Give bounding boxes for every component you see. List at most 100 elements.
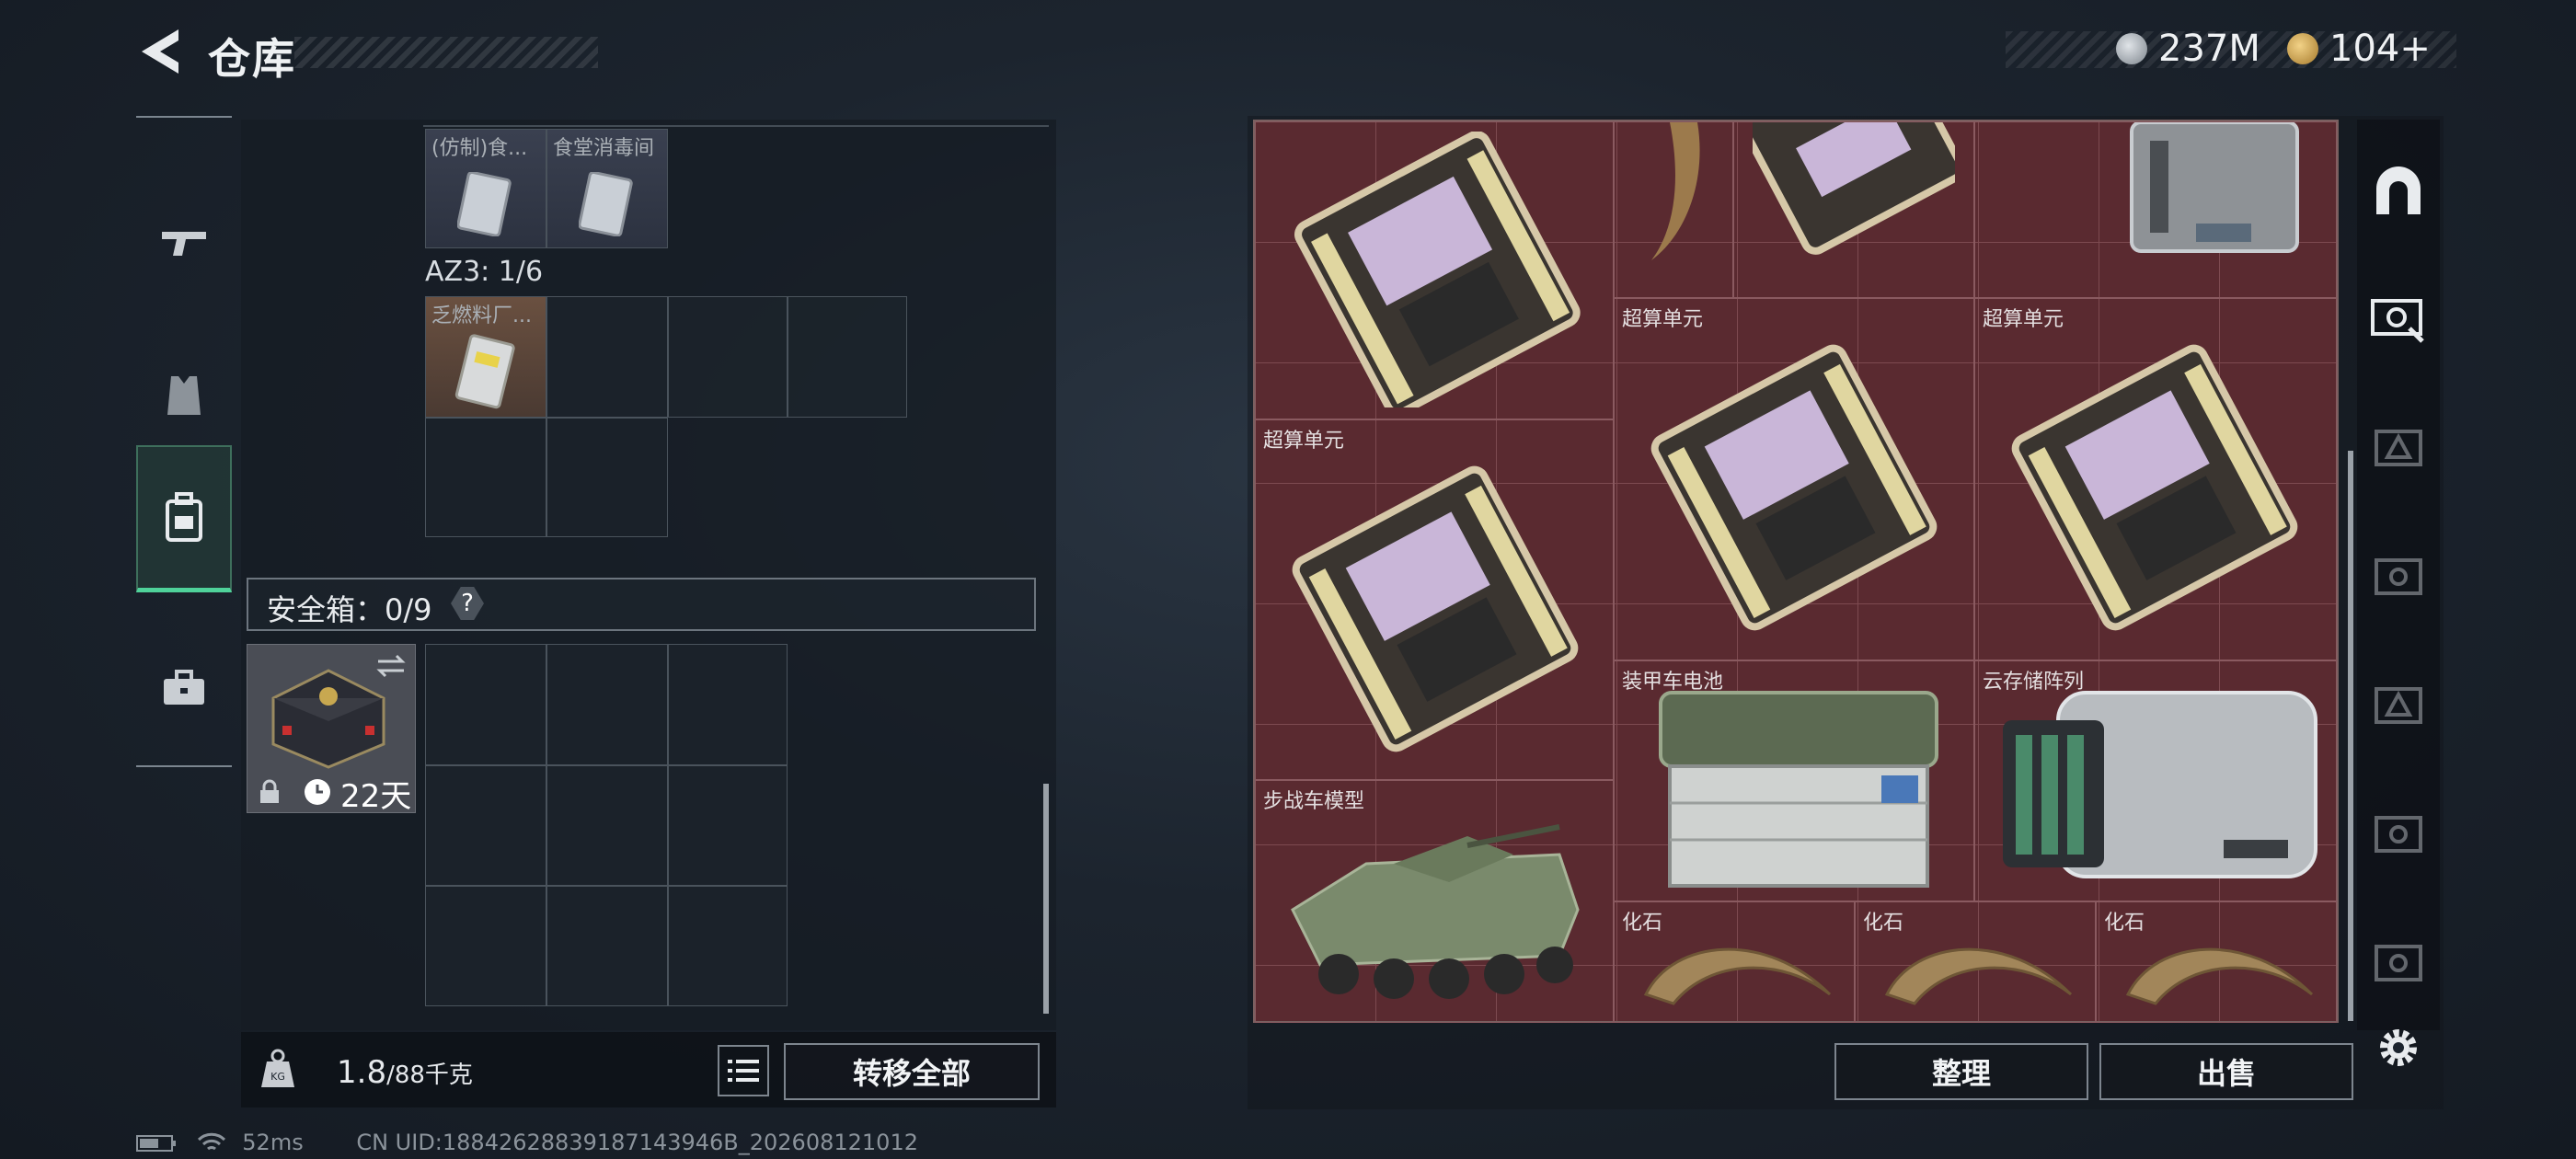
safe-slot[interactable] [668,886,788,1006]
backpack-icon [166,491,202,542]
back-icon[interactable] [136,28,182,75]
weight-icon: KG [261,1049,294,1087]
storage-tab-icon [2375,687,2422,724]
stash-tab-home[interactable] [2366,160,2431,224]
fossil-claw-icon [1643,947,1832,1005]
document-item-icon [579,172,633,236]
safe-slot[interactable] [668,644,788,765]
remaining-days: 22天 [340,778,412,815]
document-item-icon [457,172,512,236]
document-item-icon [454,334,515,409]
stash-item-apc-battery[interactable]: 装甲车电池 [1614,660,1974,901]
fossil-claw-icon [2125,947,2314,1005]
safe-slot[interactable] [668,765,788,886]
sidebar-item-backpack[interactable] [136,445,232,592]
transfer-all-button[interactable]: 转移全部 [784,1043,1040,1100]
safe-box-icon [271,669,385,769]
left-scrollbar[interactable] [1043,784,1049,1014]
stash-item-computing-unit[interactable] [1255,121,1614,419]
fossil-claw-icon [1884,947,2073,1005]
list-view-button[interactable] [718,1045,769,1096]
az3-slot[interactable] [425,418,546,537]
title-stripe [294,37,598,68]
stash-tab-6[interactable] [2366,800,2431,865]
stash-item-fossil-partial[interactable] [1614,121,1733,298]
svg-text:KG: KG [270,1071,285,1083]
armored-vehicle-icon [1291,824,1580,999]
az3-slot[interactable] [788,296,907,418]
gold-coin-icon [2287,33,2318,64]
battery-icon [1659,691,1938,888]
safe-slot[interactable] [425,886,546,1006]
sidebar-item-case[interactable] [136,614,232,762]
inventory-item-1[interactable]: (仿制)食... [425,129,546,248]
silver-currency: 237M [2116,28,2260,70]
server-icon [2130,122,2299,253]
server-array-icon [2003,691,2317,878]
home-arch-icon [2376,166,2421,214]
fossil-claw-icon [1651,122,1700,260]
swap-icon[interactable] [374,652,408,680]
az3-slot[interactable] [546,418,668,537]
az3-label: AZ3: 1/6 [425,256,544,288]
storage-tab-icon [2375,816,2422,853]
computing-unit-icon [1292,465,1579,752]
stash-item-computing-unit[interactable]: 超算单元 [1255,419,1614,780]
stash-item-computing-unit-partial[interactable] [1733,121,1974,298]
safe-slot[interactable] [425,644,546,765]
gear-icon [2380,1029,2417,1066]
stash-item-computing-unit[interactable]: 超算单元 [1614,298,1974,660]
stash-tab-2[interactable] [2366,285,2431,350]
stash-item-computing-unit[interactable]: 超算单元 [1974,298,2337,660]
uid-readout: CN UID:18842628839187143946B_20260812101… [356,1130,918,1155]
safe-slot[interactable] [546,886,668,1006]
sort-button[interactable]: 整理 [1834,1043,2088,1100]
stash-item-fossil[interactable]: 化石 [2096,901,2337,1023]
stash-item-fossil[interactable]: 化石 [1614,901,1855,1023]
storage-tab-icon [2375,558,2422,595]
safe-slot[interactable] [425,765,546,886]
az3-slot[interactable] [668,296,788,418]
wifi-icon [197,1132,225,1151]
safe-slot[interactable] [546,644,668,765]
storage-tab-icon [2375,945,2422,981]
computing-unit-icon [1294,132,1581,407]
briefcase-icon [164,670,204,705]
battery-status-icon [136,1135,176,1152]
safe-box-label: 安全箱：0/9 [267,592,432,627]
computing-unit-icon [1753,122,1955,255]
stash-tab-5[interactable] [2366,671,2431,736]
az3-slot[interactable] [546,296,668,418]
ping-readout: 52ms [242,1130,304,1155]
stash-item-cloud-storage[interactable]: 云存储阵列 [1974,660,2337,901]
sidebar-item-weapon[interactable] [136,169,232,316]
stash-tab-4[interactable] [2366,543,2431,607]
divider [423,125,1049,127]
storage-tab-icon [2371,299,2424,343]
stash-scrollbar[interactable] [2348,451,2353,1021]
clock-icon [305,779,330,805]
inventory-item-3[interactable]: 乏燃料厂... [425,296,546,418]
gold-currency[interactable]: 104+ [2287,28,2431,70]
weight-readout: 1.8/88千克 [337,1054,473,1091]
inventory-item-2[interactable]: 食堂消毒间 [546,129,668,248]
computing-unit-icon [2011,344,2298,631]
silver-coin-icon [2116,33,2147,64]
equipment-sidebar [136,116,232,767]
lock-icon [260,779,279,803]
stash-tab-3[interactable] [2366,414,2431,478]
page-title: 仓库 [208,34,296,84]
stash-item-storage-partial[interactable] [1974,121,2337,298]
list-icon [728,1060,759,1082]
vest-icon [167,376,201,415]
gun-icon [162,232,206,256]
stash-item-fossil[interactable]: 化石 [1855,901,2096,1023]
settings-button[interactable] [2366,1016,2431,1080]
computing-unit-icon [1650,344,1938,631]
stash-item-ifv-model[interactable]: 步战车模型 [1255,780,1614,1023]
status-bar: 52ms CN UID:18842628839187143946B_202608… [136,1130,918,1155]
safe-slot[interactable] [546,765,668,886]
stash-tab-7[interactable] [2366,929,2431,993]
storage-tab-icon [2375,430,2422,466]
sell-button[interactable]: 出售 [2099,1043,2353,1100]
